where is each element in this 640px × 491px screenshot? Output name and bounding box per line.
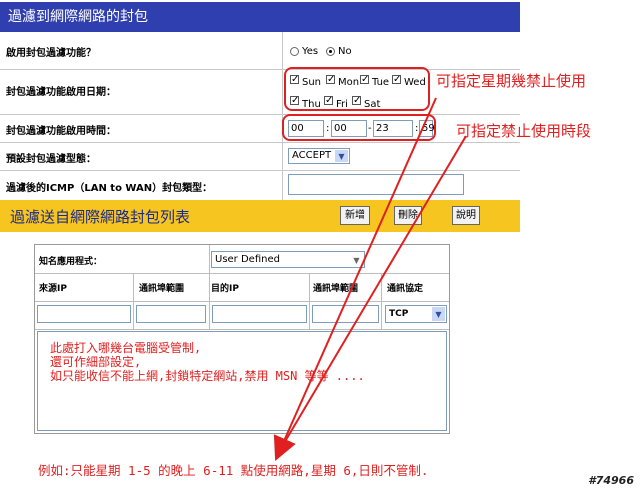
annotation-arrows	[273, 97, 467, 461]
bottom-note: 例如:只能星期 1-5 的晚上 6-11 點使用網路,星期 6,日則不管制.	[38, 463, 429, 478]
watermark: #74966	[588, 474, 634, 487]
arrow-time	[279, 135, 467, 451]
arrow-days	[273, 97, 437, 461]
